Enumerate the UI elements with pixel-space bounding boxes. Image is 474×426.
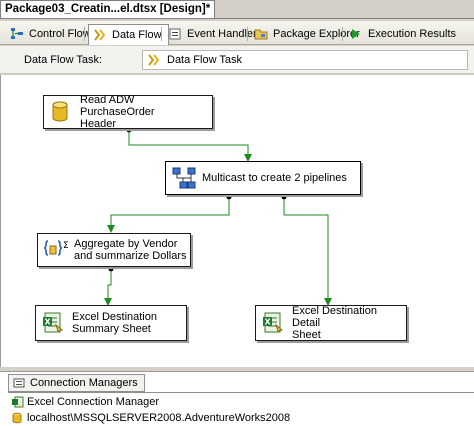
- component-multicast[interactable]: Multicast to create 2 pipelines: [165, 161, 361, 195]
- ole-db-source-icon: [50, 100, 74, 124]
- excel-destination-icon: X: [42, 311, 66, 335]
- control-flow-icon: [10, 27, 24, 41]
- connection-managers-area[interactable]: Excel Connection Manager localhost\MSSQL…: [8, 392, 474, 426]
- tab-separator: [342, 27, 343, 41]
- path-multicast-to-aggregate[interactable]: [107, 194, 232, 233]
- path-multicast-to-detail[interactable]: [281, 194, 332, 306]
- connection-managers-icon: [13, 377, 25, 389]
- multicast-icon: [172, 166, 196, 190]
- component-aggregate-by-vendor[interactable]: Σ Aggregate by Vendor and summarize Doll…: [37, 233, 191, 267]
- component-excel-destination-detail[interactable]: X Excel Destination Detail Sheet: [255, 305, 407, 341]
- component-excel-destination-summary[interactable]: X Excel Destination Summary Sheet: [35, 305, 187, 341]
- task-selector-dropdown[interactable]: Data Flow Task: [142, 50, 468, 70]
- aggregate-icon: Σ: [43, 238, 69, 262]
- path-source-to-multicast[interactable]: [126, 127, 252, 162]
- component-label: Aggregate by Vendor and summarize Dollar…: [74, 238, 187, 262]
- task-selector-value: Data Flow Task: [167, 54, 242, 66]
- component-label: Multicast to create 2 pipelines: [202, 172, 347, 184]
- task-selector-label: Data Flow Task:: [24, 54, 103, 66]
- tab-execution-results[interactable]: Execution Results: [345, 24, 462, 44]
- event-handlers-icon: [168, 27, 182, 41]
- connection-label: Excel Connection Manager: [27, 396, 160, 408]
- excel-destination-icon: X: [262, 311, 286, 335]
- connection-managers-panel: Connection Managers Excel Connection Man…: [0, 371, 474, 426]
- excel-connection-icon: [12, 396, 24, 408]
- connection-localhost[interactable]: localhost\MSSQLSERVER2008.AdventureWorks…: [12, 411, 290, 425]
- document-tab[interactable]: Package03_Creatin...el.dtsx [Design]*: [0, 0, 216, 19]
- connection-label: localhost\MSSQLSERVER2008.AdventureWorks…: [27, 412, 291, 424]
- database-connection-icon: [12, 412, 24, 424]
- tab-connection-managers[interactable]: Connection Managers: [8, 374, 145, 392]
- designer-tab-bar: Control Flow Data Flow Event Handlers Pa…: [0, 21, 474, 45]
- component-label: Read ADW PurchaseOrder Header: [80, 94, 155, 130]
- tab-separator: [161, 27, 162, 41]
- svg-text:X: X: [45, 318, 52, 327]
- execution-results-icon: [349, 27, 363, 41]
- connection-excel[interactable]: Excel Connection Manager: [12, 395, 159, 409]
- connection-managers-tab-label: Connection Managers: [30, 377, 138, 389]
- component-label: Excel Destination Detail Sheet: [292, 305, 377, 341]
- tab-label: Control Flow: [29, 28, 91, 40]
- package-explorer-icon: [254, 27, 268, 41]
- path-aggregate-to-summary[interactable]: [104, 266, 114, 306]
- document-tab-underline: [0, 18, 474, 19]
- tab-separator: [247, 27, 248, 41]
- tab-separator: [84, 27, 85, 41]
- component-read-adw-purchaseorder-header[interactable]: Read ADW PurchaseOrder Header: [43, 94, 213, 130]
- data-flow-task-icon: [147, 53, 161, 67]
- svg-text:X: X: [265, 318, 272, 327]
- tab-label: Data Flow: [112, 29, 162, 41]
- data-flow-icon: [93, 28, 107, 42]
- task-selector-bar: Data Flow Task: Data Flow Task: [0, 46, 474, 74]
- component-label: Excel Destination Summary Sheet: [72, 311, 157, 335]
- tab-label: Execution Results: [368, 28, 457, 40]
- tab-data-flow[interactable]: Data Flow: [88, 24, 169, 45]
- svg-text:Σ: Σ: [63, 241, 68, 251]
- data-flow-canvas[interactable]: Read ADW PurchaseOrder Header Multicast …: [0, 75, 474, 367]
